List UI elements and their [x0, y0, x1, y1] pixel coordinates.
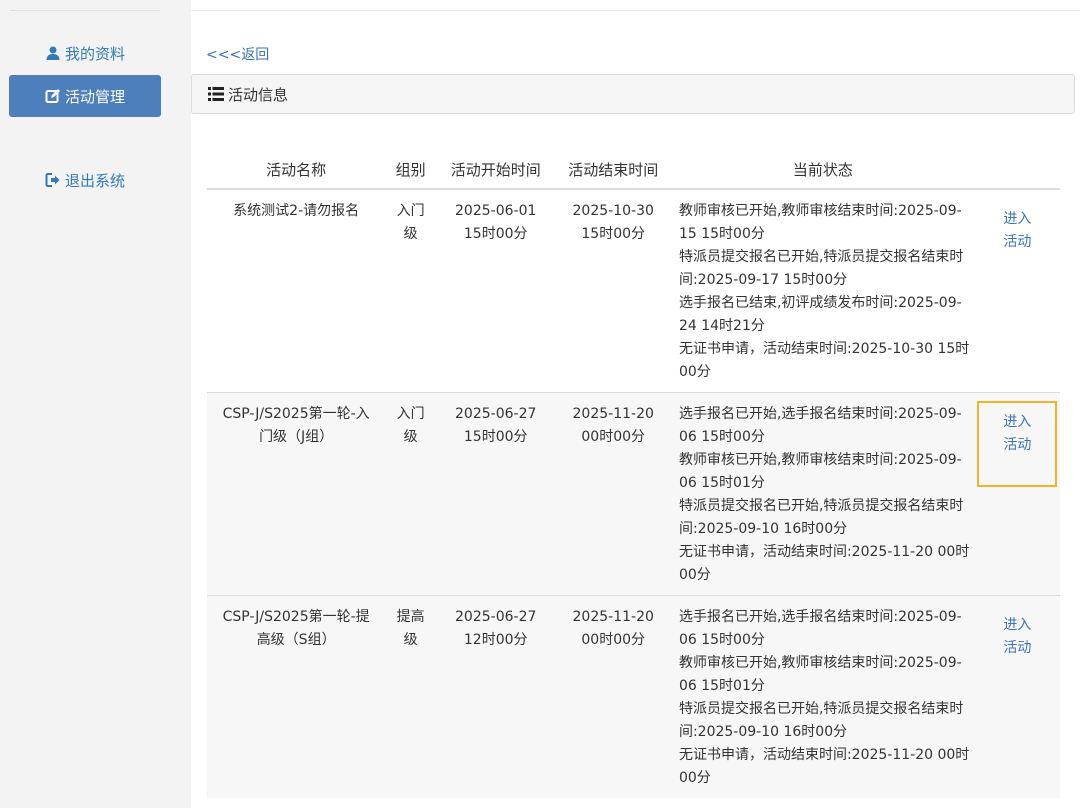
end-time-text: 2025-11-20 00时00分	[572, 609, 654, 648]
group-text: 入门级	[396, 203, 425, 242]
group-text: 入门级	[396, 406, 425, 445]
cell-action: 进入活动	[975, 393, 1060, 596]
cell-start-time: 2025-06-27 15时00分	[436, 393, 556, 596]
cell-start-time: 2025-06-01 15时00分	[436, 189, 556, 393]
logout-icon	[45, 173, 60, 187]
header-group: 组别	[385, 150, 436, 190]
table-row: 系统测试2-请勿报名 入门级 2025-06-01 15时00分 2025-10…	[207, 189, 1060, 393]
group-text: 提高级	[396, 609, 425, 648]
status-line: 教师审核已开始,教师审核结束时间:2025-09-06 15时01分	[678, 452, 962, 491]
status-line: 无证书申请，活动结束时间:2025-10-30 15时00分	[678, 341, 970, 380]
status-line: 教师审核已开始,教师审核结束时间:2025-09-06 15时01分	[678, 655, 962, 694]
cell-group: 入门级	[385, 393, 436, 596]
activity-table: 活动名称 组别 活动开始时间 活动结束时间 当前状态 系统测试2-请勿报名 入门…	[207, 150, 1060, 798]
cell-end-time: 2025-11-20 00时00分	[555, 596, 670, 799]
start-time-text: 2025-06-01 15时00分	[455, 203, 537, 242]
end-time-text: 2025-10-30 15时00分	[572, 203, 654, 242]
cell-activity-name: CSP-J/S2025第一轮-提高级（S组）	[207, 596, 385, 799]
header-action	[974, 150, 1060, 190]
cell-activity-name: CSP-J/S2025第一轮-入门级（J组）	[207, 393, 385, 596]
main-content: <<<返回 活动信息 活动名称 组别 活动开始时间 活动结束时间 当前状态 系统…	[191, 0, 1080, 808]
status-line: 教师审核已开始,教师审核结束时间:2025-09-15 15时00分	[678, 203, 962, 242]
edit-icon	[45, 89, 60, 103]
sidebar-item-label: 活动管理	[64, 87, 125, 106]
cell-activity-name: 系统测试2-请勿报名	[233, 203, 360, 219]
cell-status: 教师审核已开始,教师审核结束时间:2025-09-15 15时00分 特派员提交…	[671, 189, 975, 393]
end-time-text: 2025-11-20 00时00分	[572, 406, 654, 445]
sidebar-item-profile[interactable]: 我的资料	[9, 32, 161, 74]
sidebar-item-logout[interactable]: 退出系统	[9, 159, 161, 201]
status-line: 特派员提交报名已开始,特派员提交报名结束时间:2025-09-10 16时00分	[678, 701, 964, 740]
user-icon	[46, 46, 60, 60]
cell-end-time: 2025-10-30 15时00分	[555, 189, 670, 393]
enter-activity-link[interactable]: 进入活动	[977, 401, 1058, 487]
cell-action: 进入活动	[975, 189, 1060, 393]
table-row: CSP-J/S2025第一轮-提高级（S组） 提高级 2025-06-27 12…	[207, 595, 1060, 799]
status-line: 无证书申请，活动结束时间:2025-11-20 00时00分	[678, 747, 970, 786]
cell-action: 进入活动	[975, 596, 1060, 799]
sidebar-divider	[10, 10, 160, 11]
cell-group: 提高级	[385, 596, 436, 799]
status-line: 无证书申请，活动结束时间:2025-11-20 00时00分	[678, 544, 970, 583]
status-line: 选手报名已开始,选手报名结束时间:2025-09-06 15时00分	[678, 406, 962, 445]
table-header-row: 活动名称 组别 活动开始时间 活动结束时间 当前状态	[207, 150, 1060, 190]
cell-status: 选手报名已开始,选手报名结束时间:2025-09-06 15时00分 教师审核已…	[671, 393, 975, 596]
sidebar-item-label: 我的资料	[64, 44, 125, 63]
activity-name-text: CSP-J/S2025第一轮-提高级（S组）	[222, 609, 370, 648]
sidebar: 我的资料 活动管理 退出系统	[0, 0, 170, 808]
list-icon	[208, 87, 224, 101]
start-time-text: 2025-06-27 15时00分	[455, 406, 537, 445]
panel-title: 活动信息	[228, 85, 289, 104]
cell-end-time: 2025-11-20 00时00分	[555, 393, 670, 596]
cell-group: 入门级	[385, 189, 436, 393]
sidebar-item-label: 退出系统	[64, 171, 125, 190]
table-row: CSP-J/S2025第一轮-入门级（J组） 入门级 2025-06-27 15…	[207, 392, 1060, 596]
cell-status: 选手报名已开始,选手报名结束时间:2025-09-06 15时00分 教师审核已…	[671, 596, 975, 799]
header-activity-name: 活动名称	[207, 150, 386, 190]
cell-start-time: 2025-06-27 12时00分	[436, 596, 556, 799]
status-line: 特派员提交报名已开始,特派员提交报名结束时间:2025-09-17 15时00分	[678, 249, 964, 288]
back-link[interactable]: <<<返回	[206, 44, 269, 64]
header-start-time: 活动开始时间	[435, 150, 556, 190]
start-time-text: 2025-06-27 12时00分	[455, 609, 537, 648]
status-line: 选手报名已开始,选手报名结束时间:2025-09-06 15时00分	[678, 609, 962, 648]
sidebar-item-activity-management[interactable]: 活动管理	[9, 75, 161, 117]
main-divider	[191, 10, 1080, 11]
header-status: 当前状态	[670, 150, 975, 190]
activity-name-text: CSP-J/S2025第一轮-入门级（J组）	[222, 406, 370, 445]
status-line: 特派员提交报名已开始,特派员提交报名结束时间:2025-09-10 16时00分	[678, 498, 964, 537]
panel-header: 活动信息	[191, 74, 1075, 114]
enter-activity-link[interactable]: 进入活动	[989, 606, 1045, 668]
enter-activity-link[interactable]: 进入活动	[989, 200, 1045, 262]
status-line: 选手报名已结束,初评成绩发布时间:2025-09-24 14时21分	[678, 295, 962, 334]
header-end-time: 活动结束时间	[555, 150, 671, 190]
